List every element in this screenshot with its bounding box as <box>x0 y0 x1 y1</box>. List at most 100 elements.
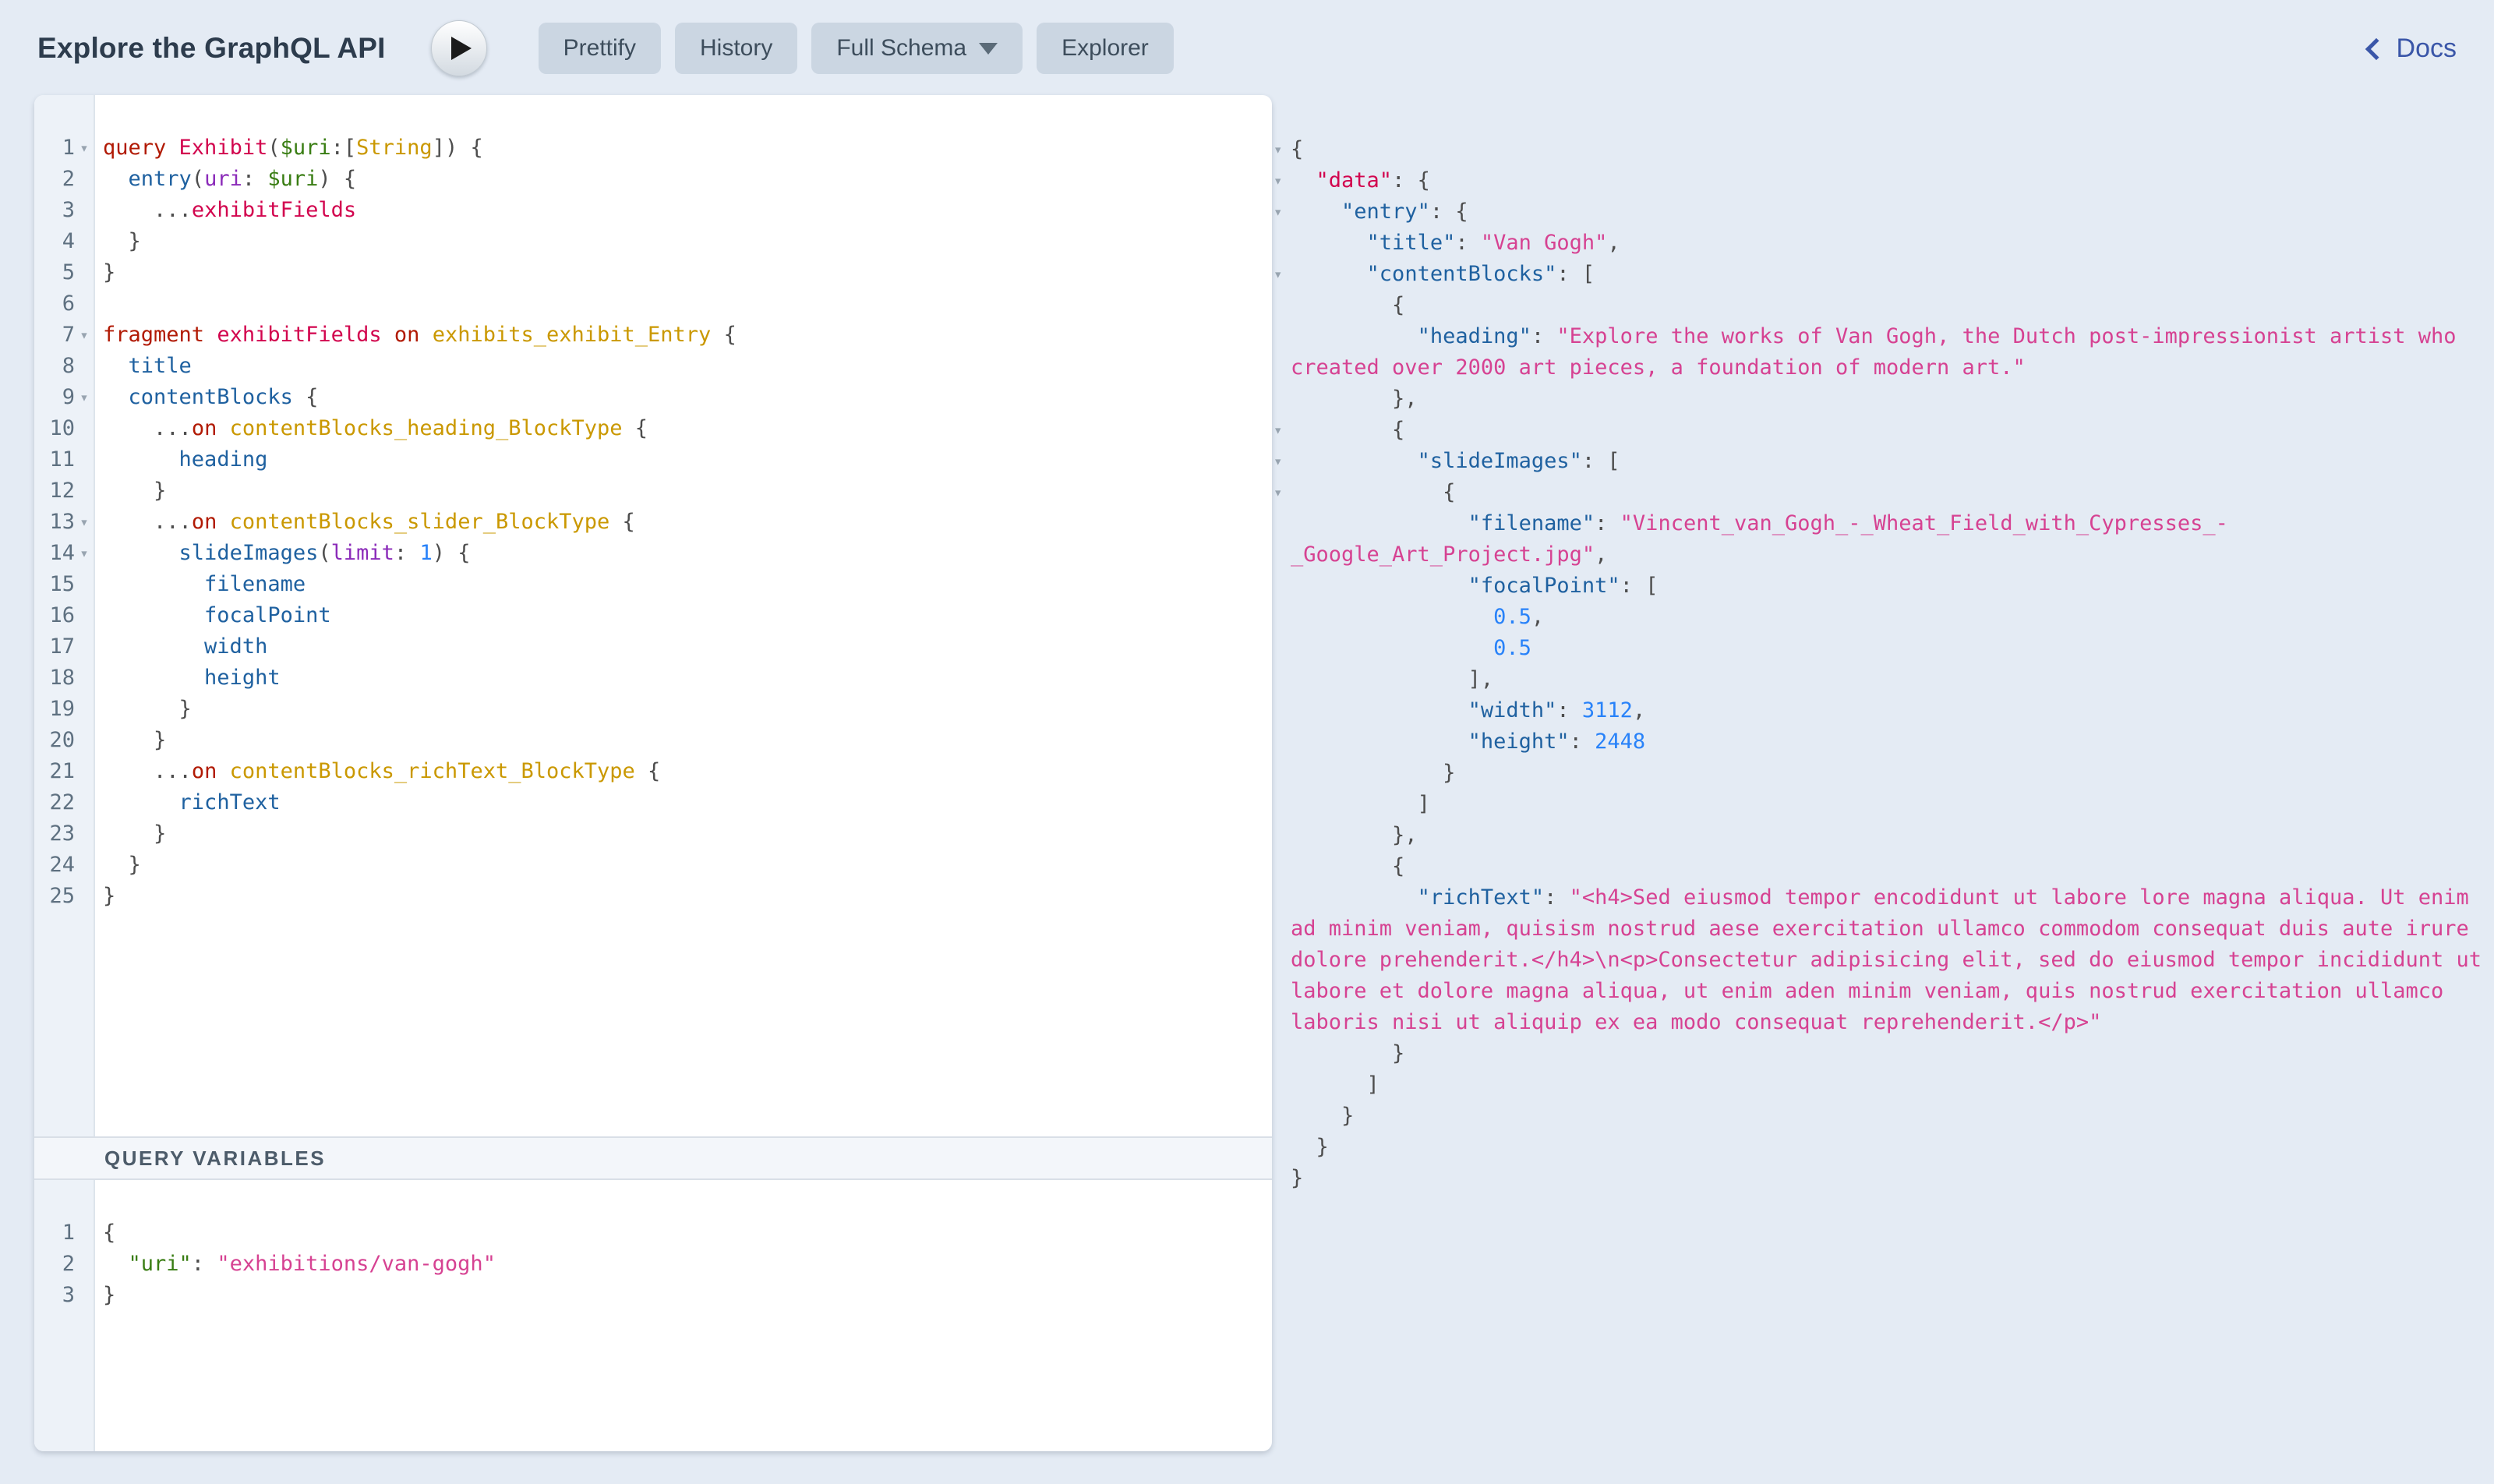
result-line-text: "richText": "<h4>Sed eiusmod tempor enco… <box>1291 882 2491 1038</box>
fold-arrow-icon[interactable]: ▾ <box>1272 134 1291 165</box>
fold-arrow-icon[interactable]: ▾ <box>75 538 94 569</box>
code-line[interactable]: slideImages(limit: 1) { <box>103 538 1266 569</box>
code-line[interactable]: } <box>103 881 1266 912</box>
token-key: "contentBlocks" <box>1367 262 1557 286</box>
code-line[interactable]: heading <box>103 444 1266 475</box>
query-editor-code[interactable]: query Exhibit($uri:[String]) { entry(uri… <box>95 95 1272 1136</box>
result-line-text: ] <box>1291 789 2491 820</box>
query-variables-title: QUERY VARIABLES <box>104 1147 326 1171</box>
result-line: ▾ "data": { <box>1272 165 2491 196</box>
token-pl <box>166 136 178 160</box>
code-line[interactable]: fragment exhibitFields on exhibits_exhib… <box>103 320 1266 351</box>
code-line[interactable]: contentBlocks { <box>103 382 1266 413</box>
history-label: History <box>700 35 772 62</box>
fold-arrow-icon[interactable]: ▾ <box>1272 196 1291 228</box>
token-punc: [ <box>1645 574 1658 598</box>
code-line[interactable]: } <box>103 475 1266 507</box>
docs-link[interactable]: Docs <box>2369 34 2457 64</box>
code-line[interactable]: ...on contentBlocks_heading_BlockType { <box>103 413 1266 444</box>
code-line[interactable]: query Exhibit($uri:[String]) { <box>103 132 1266 164</box>
gutter-line: 2 <box>34 164 94 195</box>
query-editor[interactable]: 1▾234567▾89▾10111213▾14▾1516171819202122… <box>34 95 1272 1136</box>
explorer-button[interactable]: Explorer <box>1037 23 1174 74</box>
fold-arrow-icon[interactable]: ▾ <box>1272 165 1291 196</box>
code-line[interactable]: focalPoint <box>103 600 1266 631</box>
result-line: 0.5, <box>1272 602 2491 633</box>
token-attr: limit <box>331 541 394 565</box>
result-line-text: 0.5, <box>1291 602 2491 633</box>
token-punc: : <box>1455 231 1468 255</box>
code-line[interactable]: } <box>103 850 1266 881</box>
code-line[interactable]: ...on contentBlocks_richText_BlockType { <box>103 756 1266 787</box>
token-def: Exhibit <box>179 136 268 160</box>
token-punc: ]) { <box>433 136 483 160</box>
token-attr: uri <box>204 167 242 191</box>
fold-arrow-slot <box>75 1217 94 1249</box>
variables-editor-code[interactable]: { "uri": "exhibitions/van-gogh"} <box>95 1180 1272 1451</box>
fold-arrow-icon[interactable]: ▾ <box>75 382 94 413</box>
result-line-text: "heading": "Explore the works of Van Gog… <box>1291 321 2491 383</box>
code-line[interactable]: "uri": "exhibitions/van-gogh" <box>103 1249 1266 1280</box>
code-line[interactable]: } <box>103 1280 1266 1311</box>
fold-arrow-icon[interactable]: ▾ <box>75 507 94 538</box>
code-line[interactable]: richText <box>103 787 1266 818</box>
code-line[interactable]: } <box>103 818 1266 850</box>
fold-arrow-icon[interactable]: ▾ <box>75 320 94 351</box>
code-line[interactable]: ...on contentBlocks_slider_BlockType { <box>103 507 1266 538</box>
code-line[interactable]: } <box>103 226 1266 257</box>
code-line[interactable]: } <box>103 694 1266 725</box>
line-number: 8 <box>34 351 75 382</box>
run-query-button[interactable] <box>431 20 487 76</box>
token-punc: } <box>1291 1166 1303 1190</box>
code-line[interactable]: height <box>103 662 1266 694</box>
prettify-button[interactable]: Prettify <box>539 23 661 74</box>
code-line[interactable]: } <box>103 257 1266 288</box>
full-schema-dropdown[interactable]: Full Schema <box>811 23 1023 74</box>
token-punc: : <box>1620 574 1633 598</box>
gutter-line: 15 <box>34 569 94 600</box>
code-line[interactable]: title <box>103 351 1266 382</box>
variables-editor[interactable]: 123 { "uri": "exhibitions/van-gogh"} <box>34 1180 1272 1451</box>
token-num: 3112 <box>1582 698 1633 723</box>
fold-arrow-slot <box>75 257 94 288</box>
result-line-text: { <box>1291 134 2491 165</box>
token-pl <box>1291 667 1468 691</box>
top-toolbar: Explore the GraphQL API Prettify History… <box>0 0 2494 97</box>
result-line: } <box>1272 1163 2491 1194</box>
history-button[interactable]: History <box>675 23 797 74</box>
line-number: 10 <box>34 413 75 444</box>
fold-arrow-icon[interactable]: ▾ <box>1272 477 1291 508</box>
fold-arrow-icon[interactable]: ▾ <box>1272 259 1291 290</box>
line-number: 2 <box>34 1249 75 1280</box>
fold-arrow-icon[interactable]: ▾ <box>1272 415 1291 446</box>
line-number: 23 <box>34 818 75 850</box>
token-pl <box>1291 387 1392 411</box>
token-pl <box>293 385 306 409</box>
fold-arrow-slot <box>1272 851 1291 882</box>
token-pl <box>1595 449 1607 473</box>
fold-arrow-icon[interactable]: ▾ <box>1272 446 1291 477</box>
query-variables-bar[interactable]: QUERY VARIABLES <box>34 1136 1272 1180</box>
token-pl <box>1291 730 1468 754</box>
fold-arrow-slot <box>75 475 94 507</box>
token-punc: : <box>1544 885 1556 910</box>
line-number: 15 <box>34 569 75 600</box>
query-editor-gutter: 1▾234567▾89▾10111213▾14▾1516171819202122… <box>34 95 95 1136</box>
token-pl <box>609 510 622 534</box>
code-line[interactable]: { <box>103 1217 1266 1249</box>
gutter-line: 21 <box>34 756 94 787</box>
fold-arrow-slot <box>1272 321 1291 383</box>
code-line[interactable] <box>103 288 1266 320</box>
token-prop: entry <box>129 167 192 191</box>
token-pl <box>103 510 154 534</box>
fold-arrow-slot <box>75 288 94 320</box>
fold-arrow-icon[interactable]: ▾ <box>75 132 94 164</box>
gutter-line: 20 <box>34 725 94 756</box>
code-line[interactable]: ...exhibitFields <box>103 195 1266 226</box>
code-line[interactable]: } <box>103 725 1266 756</box>
token-pl <box>382 323 394 347</box>
result-line: }, <box>1272 383 2491 415</box>
code-line[interactable]: filename <box>103 569 1266 600</box>
code-line[interactable]: entry(uri: $uri) { <box>103 164 1266 195</box>
code-line[interactable]: width <box>103 631 1266 662</box>
